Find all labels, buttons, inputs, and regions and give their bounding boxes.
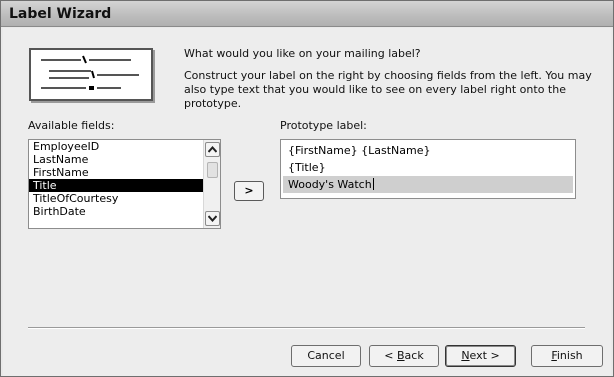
label-preview-icon: [29, 48, 153, 101]
text-caret: [372, 178, 374, 190]
next-label: ext >: [469, 349, 500, 362]
chevron-down-icon[interactable]: [205, 211, 220, 226]
intro-question: What would you like on your mailing labe…: [184, 47, 421, 60]
list-item-firstname[interactable]: FirstName: [29, 166, 220, 179]
finish-button[interactable]: Finish: [531, 345, 603, 367]
next-button[interactable]: Next >: [445, 345, 516, 367]
available-fields-label: Available fields:: [28, 119, 115, 132]
list-item-lastname[interactable]: LastName: [29, 153, 220, 166]
list-item-titleofcourtesy[interactable]: TitleOfCourtesy: [29, 192, 220, 205]
divider: [28, 327, 585, 329]
scrollbar-thumb[interactable]: [207, 162, 218, 178]
next-accelerator: N: [461, 349, 470, 362]
prototype-label-editor[interactable]: {FirstName} {LastName} {Title} Woody's W…: [280, 139, 576, 199]
back-accelerator: B: [397, 349, 405, 362]
intro-instructions: Construct your label on the right by cho…: [184, 69, 592, 110]
fields-scrollbar[interactable]: [203, 140, 220, 228]
title-bar[interactable]: Label Wizard: [1, 1, 613, 27]
add-field-button[interactable]: >: [234, 181, 264, 201]
finish-label: inish: [556, 349, 583, 362]
list-item-title[interactable]: Title: [29, 179, 220, 192]
list-item-employeeid[interactable]: EmployeeID: [29, 140, 220, 153]
label-wizard-window: Label Wizard What would you like on your…: [0, 0, 614, 377]
prototype-line-text: Woody's Watch: [288, 178, 372, 191]
window-title: Label Wizard: [9, 6, 112, 22]
available-fields-list[interactable]: EmployeeID LastName FirstName Title Titl…: [28, 139, 221, 229]
chevron-up-icon[interactable]: [205, 142, 220, 157]
cancel-button[interactable]: Cancel: [291, 345, 361, 367]
intro-text: What would you like on your mailing labe…: [184, 47, 604, 119]
prototype-line[interactable]: {FirstName} {LastName}: [283, 142, 573, 159]
list-item-birthdate[interactable]: BirthDate: [29, 205, 220, 217]
prototype-label-caption: Prototype label:: [280, 119, 367, 132]
back-prefix: <: [384, 349, 397, 362]
prototype-line-current[interactable]: Woody's Watch: [283, 176, 573, 193]
prototype-line[interactable]: {Title}: [283, 159, 573, 176]
back-label: ack: [404, 349, 424, 362]
back-button[interactable]: < Back: [369, 345, 439, 367]
